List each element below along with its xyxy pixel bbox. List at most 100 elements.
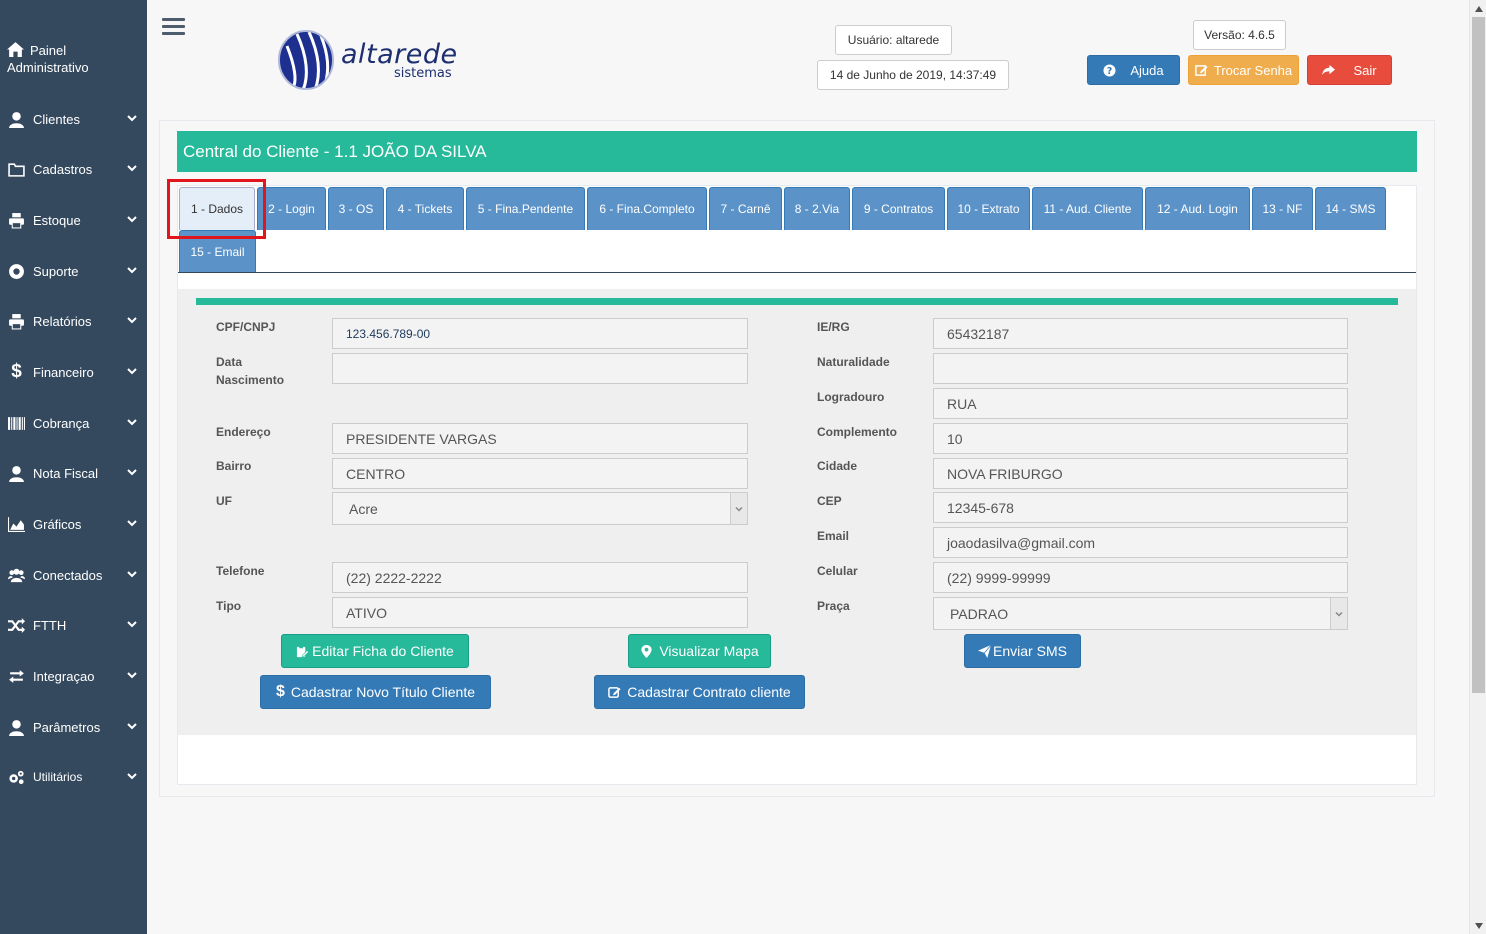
- sidebar-item-utilitarios[interactable]: Utilitários: [0, 757, 147, 797]
- send-sms-button[interactable]: Enviar SMS: [964, 634, 1081, 668]
- telefone-field[interactable]: (22) 2222-2222: [332, 562, 748, 593]
- praca-select[interactable]: PADRAO: [933, 597, 1348, 630]
- clipboard-edit-icon: [297, 645, 310, 657]
- edit-client-button[interactable]: Editar Ficha do Cliente: [281, 634, 469, 668]
- scroll-up-arrow-icon[interactable]: [1470, 0, 1486, 17]
- scrollbar-thumb[interactable]: [1472, 17, 1485, 693]
- sidebar-item-label: Conectados: [33, 567, 103, 583]
- tab-tickets[interactable]: 4 - Tickets: [386, 187, 464, 230]
- edit-icon: [1195, 64, 1208, 76]
- ie-rg-field[interactable]: 65432187: [933, 318, 1348, 349]
- chevron-down-icon: [117, 518, 147, 531]
- scroll-down-arrow-icon[interactable]: [1470, 917, 1486, 934]
- sidebar-item-relatorios[interactable]: Relatórios: [0, 301, 147, 341]
- user-label: Usuário: altarede: [835, 25, 952, 55]
- datetime-label: 14 de Junho de 2019, 14:37:49: [817, 60, 1009, 90]
- label-complemento: Complemento: [817, 425, 898, 439]
- complemento-field[interactable]: 10: [933, 423, 1348, 454]
- sidebar-item-financeiro[interactable]: $ Financeiro: [0, 352, 147, 392]
- change-password-button[interactable]: Trocar Senha: [1188, 55, 1299, 85]
- chevron-down-icon: [117, 417, 147, 430]
- tab-aud-login[interactable]: 12 - Aud. Login: [1145, 187, 1250, 230]
- tab-carne[interactable]: 7 - Carnê: [709, 187, 782, 230]
- cpf-cnpj-field[interactable]: 123.456.789-00: [332, 318, 748, 349]
- label-tipo: Tipo: [216, 599, 242, 613]
- sidebar-item-cobranca[interactable]: Cobrança: [0, 403, 147, 443]
- uf-select[interactable]: Acre: [332, 492, 748, 525]
- user-icon: [0, 111, 33, 128]
- tab-2via[interactable]: 8 - 2.Via: [784, 187, 850, 230]
- logout-button[interactable]: Sair: [1307, 55, 1392, 85]
- sidebar-item-label: Cadastros: [33, 161, 93, 177]
- tab-fina-completo[interactable]: 6 - Fina.Completo: [587, 187, 707, 230]
- globe-logo-icon: [278, 30, 334, 91]
- sidebar-item-label: FTTH: [33, 617, 67, 633]
- exchange-icon: [0, 668, 33, 685]
- sidebar-item-graficos[interactable]: Gráficos: [0, 504, 147, 544]
- menu-toggle-icon[interactable]: [162, 18, 185, 38]
- users-icon: [0, 567, 33, 584]
- tab-nf[interactable]: 13 - NF: [1252, 187, 1313, 230]
- sidebar-item-label: Clientes: [33, 111, 80, 127]
- endereco-field[interactable]: PRESIDENTE VARGAS: [332, 423, 748, 454]
- chevron-down-icon: [117, 467, 147, 480]
- view-map-button[interactable]: Visualizar Mapa: [628, 634, 771, 668]
- lifebuoy-icon: [0, 263, 33, 280]
- random-icon: [0, 617, 33, 634]
- chevron-down-icon: [117, 214, 147, 227]
- help-button[interactable]: ? Ajuda: [1087, 55, 1180, 85]
- label-naturalidade: Naturalidade: [817, 355, 890, 369]
- sidebar-item-suporte[interactable]: Suporte: [0, 251, 147, 291]
- tipo-field[interactable]: ATIVO: [332, 597, 748, 628]
- email-field[interactable]: joaodasilva@gmail.com: [933, 527, 1348, 558]
- celular-field[interactable]: (22) 9999-99999: [933, 562, 1348, 593]
- naturalidade-field[interactable]: [933, 353, 1348, 384]
- sidebar-item-label: Suporte: [33, 263, 79, 279]
- chevron-down-icon: [1330, 598, 1347, 629]
- sidebar-item-label: Integraçao: [33, 668, 95, 684]
- data-nascimento-field[interactable]: [332, 353, 748, 384]
- chevron-down-icon: [117, 113, 147, 126]
- cogs-icon: [0, 769, 33, 786]
- sidebar-item-conectados[interactable]: Conectados: [0, 555, 147, 595]
- label-cidade: Cidade: [817, 459, 858, 473]
- chevron-down-icon: [117, 721, 147, 734]
- label-cpf-cnpj: CPF/CNPJ: [216, 320, 276, 334]
- user-icon: [0, 719, 33, 736]
- area-chart-icon: [0, 516, 33, 533]
- view-map-button-label: Visualizar Mapa: [659, 643, 759, 659]
- page-scrollbar[interactable]: [1469, 0, 1486, 934]
- sidebar-header[interactable]: Painel Administrativo: [7, 42, 137, 76]
- logout-button-label: Sair: [1353, 62, 1377, 78]
- version-label: Versão: 4.6.5: [1193, 20, 1286, 50]
- label-endereco: Endereço: [216, 425, 271, 439]
- label-bairro: Bairro: [216, 459, 252, 473]
- cidade-field[interactable]: NOVA FRIBURGO: [933, 458, 1348, 489]
- tab-extrato[interactable]: 10 - Extrato: [947, 187, 1030, 230]
- cep-field[interactable]: 12345-678: [933, 492, 1348, 523]
- chevron-down-icon: [117, 163, 147, 176]
- sidebar-item-cadastros[interactable]: Cadastros: [0, 149, 147, 189]
- label-email: Email: [817, 529, 850, 543]
- change-password-button-label: Trocar Senha: [1213, 62, 1293, 78]
- sidebar-item-nota-fiscal[interactable]: Nota Fiscal: [0, 453, 147, 493]
- sidebar-item-parametros[interactable]: Parâmetros: [0, 707, 147, 747]
- sidebar-item-integracao[interactable]: Integraçao: [0, 656, 147, 696]
- chevron-down-icon: [117, 265, 147, 278]
- dollar-icon: $: [11, 361, 22, 382]
- sidebar: Painel Administrativo Clientes Cadastros…: [0, 0, 147, 934]
- bairro-field[interactable]: CENTRO: [332, 458, 748, 489]
- tab-contratos[interactable]: 9 - Contratos: [852, 187, 945, 230]
- tab-login[interactable]: 2 - Login: [257, 187, 326, 230]
- new-contract-button[interactable]: Cadastrar Contrato cliente: [594, 675, 805, 709]
- new-title-button[interactable]: $ Cadastrar Novo Título Cliente: [260, 675, 491, 709]
- sidebar-item-clientes[interactable]: Clientes: [0, 99, 147, 139]
- logradouro-field[interactable]: RUA: [933, 388, 1348, 419]
- new-title-button-label: Cadastrar Novo Título Cliente: [290, 684, 476, 700]
- sidebar-item-estoque[interactable]: Estoque: [0, 200, 147, 240]
- tab-fina-pendente[interactable]: 5 - Fina.Pendente: [466, 187, 585, 230]
- tab-os[interactable]: 3 - OS: [328, 187, 384, 230]
- sidebar-item-ftth[interactable]: FTTH: [0, 605, 147, 645]
- tab-aud-cliente[interactable]: 11 - Aud. Cliente: [1032, 187, 1143, 230]
- tab-sms[interactable]: 14 - SMS: [1315, 187, 1386, 230]
